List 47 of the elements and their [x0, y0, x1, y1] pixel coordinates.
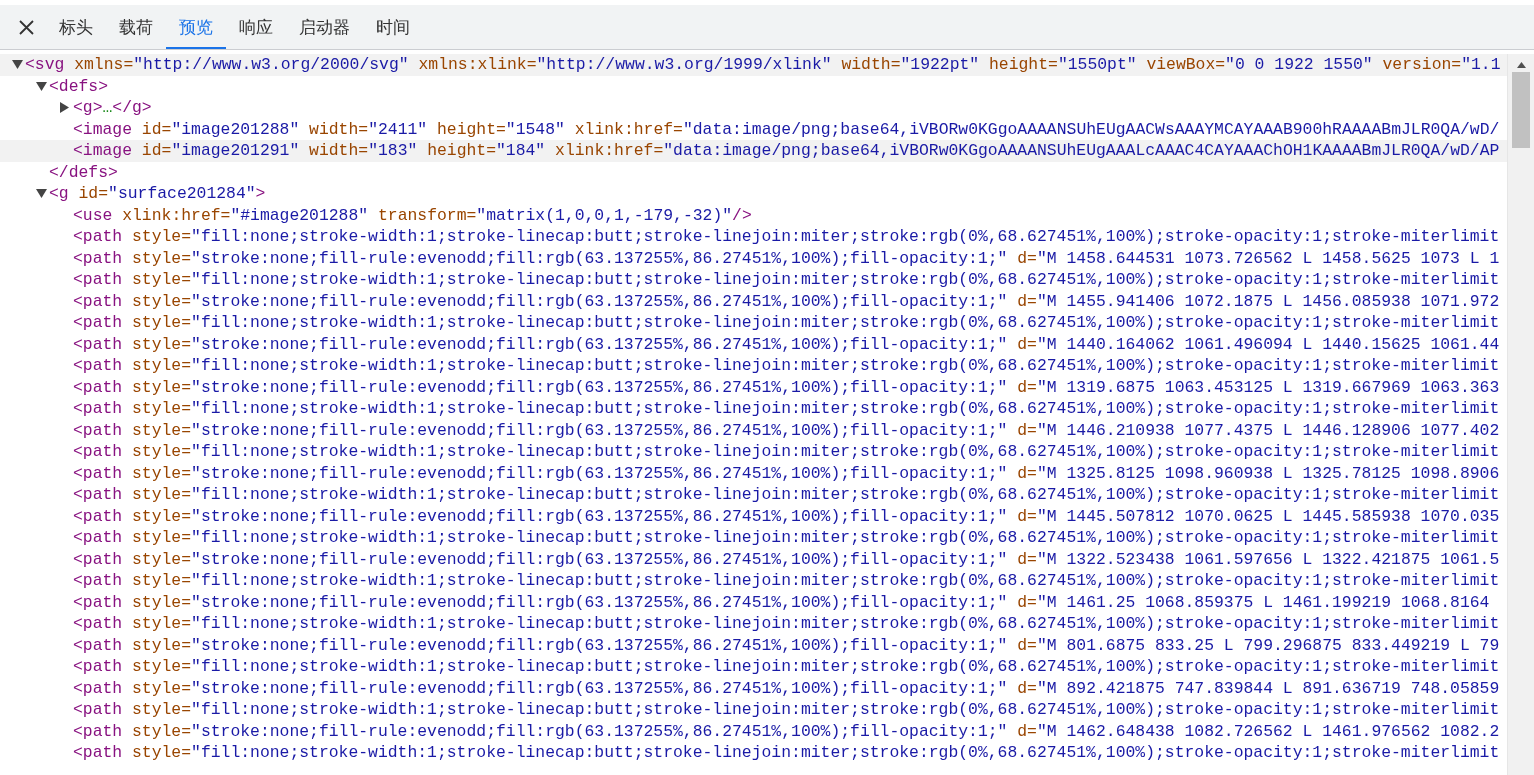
close-icon [18, 19, 34, 35]
code-line: </defs> [49, 161, 118, 183]
code-line: <path style="fill:none;stroke-width:1;stroke-linecap:butt;stroke-linejoin:miter;stroke:rgb(0%,68.627451%,100%);stroke-opacity:1;stroke-miterlimit [73, 312, 1500, 334]
code-line: <path style="fill:none;stroke-width:1;stroke-linecap:butt;stroke-linejoin:miter;stroke:rgb(0%,68.627451%,100%);stroke-opacity:1;stroke-miterlimit [73, 269, 1500, 291]
code-line: <path style="stroke:none;fill-rule:evenodd;fill:rgb(63.137255%,86.27451%,100%);fill-opacity:1;" d="M 1319.6875 1063.453125 L 1319.667969 1063.363 [73, 376, 1500, 398]
tab[interactable]: 启动器 [286, 5, 363, 49]
code-line: <path style="fill:none;stroke-width:1;stroke-linecap:butt;stroke-linejoin:miter;stroke:rgb(0%,68.627451%,100%);stroke-opacity:1;stroke-miterlimit [73, 484, 1500, 506]
expanded-triangle-icon[interactable] [12, 60, 23, 70]
tab[interactable]: 响应 [226, 5, 286, 49]
expanded-triangle-icon[interactable] [36, 81, 47, 91]
code-line: <path style="stroke:none;fill-rule:evenodd;fill:rgb(63.137255%,86.27451%,100%);fill-opacity:1;" d="M 1455.941406 1072.1875 L 1456.085938 1071.972 [73, 290, 1500, 312]
tab[interactable]: 预览 [166, 5, 226, 49]
scrollbar-thumb[interactable] [1512, 72, 1530, 148]
code-line: <image id="image201288" width="2411" height="1548" xlink:href="data:image/png;base64,iVBORw0KGgoAAAANSUhEUgAACWsAAAYMCAYAAAB900hRAAAABmJLR0QA/wD/ [73, 118, 1500, 140]
code-line: <svg xmlns="http://www.w3.org/2000/svg" xmlns:xlink="http://www.w3.org/1999/xlink" width="1922pt" height="1550pt" viewBox="0 0 1922 1550" version="1.1 [25, 54, 1501, 76]
code-line: <path style="stroke:none;fill-rule:evenodd;fill:rgb(63.137255%,86.27451%,100%);fill-opacity:1;" d="M 1440.164062 1061.496094 L 1440.15625 1061.44 [73, 333, 1500, 355]
scrollbar[interactable] [1507, 54, 1534, 775]
code-line: <defs> [49, 75, 109, 97]
code-line: <path style="fill:none;stroke-width:1;stroke-linecap:butt;stroke-linejoin:miter;stroke:rgb(0%,68.627451%,100%);stroke-opacity:1;stroke-miterlimit [73, 398, 1500, 420]
code-line: <path style="fill:none;stroke-width:1;stroke-linecap:butt;stroke-linejoin:miter;stroke:rgb(0%,68.627451%,100%);stroke-opacity:1;stroke-miterlimit [73, 441, 1500, 463]
code-line: <path style="fill:none;stroke-width:1;stroke-linecap:butt;stroke-linejoin:miter;stroke:rgb(0%,68.627451%,100%);stroke-opacity:1;stroke-miterlimit [73, 742, 1500, 764]
code-line: <path style="fill:none;stroke-width:1;stroke-linecap:butt;stroke-linejoin:miter;stroke:rgb(0%,68.627451%,100%);stroke-opacity:1;stroke-miterlimit [73, 570, 1500, 592]
code-line: <path style="stroke:none;fill-rule:evenodd;fill:rgb(63.137255%,86.27451%,100%);fill-opacity:1;" d="M 892.421875 747.839844 L 891.636719 748.05859 [73, 677, 1500, 699]
collapsed-triangle-icon[interactable] [60, 102, 69, 114]
code-line: <use xlink:href="#image201288" transform="matrix(1,0,0,1,-179,-32)"/> [73, 204, 752, 226]
code-line: <path style="fill:none;stroke-width:1;stroke-linecap:butt;stroke-linejoin:miter;stroke:rgb(0%,68.627451%,100%);stroke-opacity:1;stroke-miterlimit [73, 226, 1500, 248]
code-line: <path style="fill:none;stroke-width:1;stroke-linecap:butt;stroke-linejoin:miter;stroke:rgb(0%,68.627451%,100%);stroke-opacity:1;stroke-miterlimit [73, 355, 1500, 377]
tab[interactable]: 时间 [363, 5, 423, 49]
code-line: <path style="stroke:none;fill-rule:evenodd;fill:rgb(63.137255%,86.27451%,100%);fill-opacity:1;" d="M 801.6875 833.25 L 799.296875 833.449219 L 79 [73, 634, 1500, 656]
code-line: <path style="stroke:none;fill-rule:evenodd;fill:rgb(63.137255%,86.27451%,100%);fill-opacity:1;" d="M 1462.648438 1082.726562 L 1461.976562 1082.2 [73, 720, 1500, 742]
tab[interactable]: 标头 [46, 5, 106, 49]
code-line: <path style="fill:none;stroke-width:1;stroke-linecap:butt;stroke-linejoin:miter;stroke:rgb(0%,68.627451%,100%);stroke-opacity:1;stroke-miterlimit [73, 699, 1500, 721]
code-line: <path style="fill:none;stroke-width:1;stroke-linecap:butt;stroke-linejoin:miter;stroke:rgb(0%,68.627451%,100%);stroke-opacity:1;stroke-miterlimit [73, 656, 1500, 678]
code-line: <path style="stroke:none;fill-rule:evenodd;fill:rgb(63.137255%,86.27451%,100%);fill-opacity:1;" d="M 1325.8125 1098.960938 L 1325.78125 1098.8906 [73, 462, 1500, 484]
code-line: <path style="fill:none;stroke-width:1;stroke-linecap:butt;stroke-linejoin:miter;stroke:rgb(0%,68.627451%,100%);stroke-opacity:1;stroke-miterlimit [73, 527, 1500, 549]
tab[interactable]: 载荷 [106, 5, 166, 49]
code-line: <g>…</g> [73, 97, 152, 119]
code-line: <path style="stroke:none;fill-rule:evenodd;fill:rgb(63.137255%,86.27451%,100%);fill-opacity:1;" d="M 1458.644531 1073.726562 L 1458.5625 1073 L 1 [73, 247, 1500, 269]
code-line: <path style="stroke:none;fill-rule:evenodd;fill:rgb(63.137255%,86.27451%,100%);fill-opacity:1;" d="M 1322.523438 1061.597656 L 1322.421875 1061.5 [73, 548, 1500, 570]
code-line: <path style="fill:none;stroke-width:1;stroke-linecap:butt;stroke-linejoin:miter;stroke:rgb(0%,68.627451%,100%);stroke-opacity:1;stroke-miterlimit [73, 613, 1500, 635]
code-line: <path style="stroke:none;fill-rule:evenodd;fill:rgb(63.137255%,86.27451%,100%);fill-opacity:1;" d="M 1446.210938 1077.4375 L 1446.128906 1077.402 [73, 419, 1500, 441]
code-line: <path style="stroke:none;fill-rule:evenodd;fill:rgb(63.137255%,86.27451%,100%);fill-opacity:1;" d="M 1461.25 1068.859375 L 1461.199219 1068.8164 [73, 591, 1490, 613]
code-line: <image id="image201291" width="183" height="184" xlink:href="data:image/png;base64,iVBORw0KGgoAAAANSUhEUgAAALcAAAC4CAYAAAChOH1KAAAABmJLR0QA/wD/AP [73, 140, 1500, 162]
scroll-up-icon[interactable] [1516, 62, 1526, 68]
code-line: <path style="stroke:none;fill-rule:evenodd;fill:rgb(63.137255%,86.27451%,100%);fill-opacity:1;" d="M 1445.507812 1070.0625 L 1445.585938 1070.035 [73, 505, 1500, 527]
code-line: <g id="surface201284"> [49, 183, 266, 205]
expanded-triangle-icon[interactable] [36, 189, 47, 199]
